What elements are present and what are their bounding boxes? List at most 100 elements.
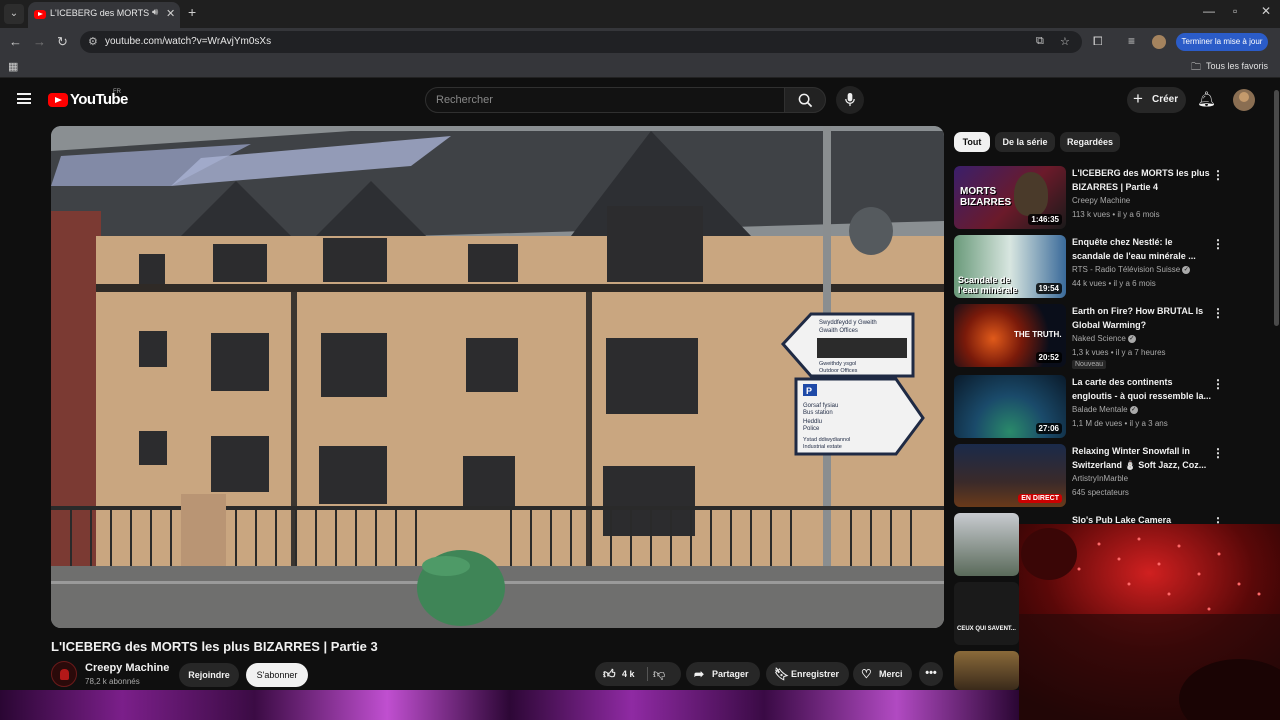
search-button[interactable] — [784, 87, 826, 113]
video-thumbnail[interactable]: 27:06 — [954, 375, 1066, 438]
more-actions-icon[interactable]: ••• — [919, 662, 943, 686]
kebab-menu-icon[interactable]: ⋮ — [1212, 237, 1224, 251]
browser-profile-avatar[interactable] — [1152, 35, 1166, 49]
rec-channel-row[interactable]: Naked Science ✓ — [1072, 334, 1136, 343]
tab-title: L'ICEBERG des MORTS les p — [50, 8, 150, 18]
sign1-text-4: Outdoor Offices — [819, 368, 858, 374]
maximize-icon[interactable]: ▫ — [1233, 4, 1237, 18]
video-thumbnail[interactable]: CEUX QUI SAVENT... — [954, 582, 1019, 645]
folder-icon: 🗀 — [1191, 62, 1201, 73]
kebab-menu-icon[interactable]: ⋮ — [1212, 306, 1224, 320]
page-scrollbar[interactable] — [1274, 90, 1279, 326]
recommendation-item[interactable]: THE TRUTH. 20:52 Earth on Fire? How BRUT… — [954, 304, 1269, 370]
thanks-button[interactable]: ♡ Merci — [853, 662, 912, 686]
verified-check-icon: ✓ — [1129, 405, 1138, 414]
speaker-icon[interactable]: 🔊︎ — [152, 7, 158, 18]
video-thumbnail[interactable]: MORTS BIZARRES 1:46:35 — [954, 166, 1066, 229]
like-button[interactable]: 👍︎ 4 k — [595, 662, 647, 686]
rec-channel[interactable]: Creepy Machine — [1072, 196, 1130, 205]
tab-close-icon[interactable]: ✕ — [166, 7, 175, 20]
tab-search-chevron-icon[interactable]: ⌄ — [4, 4, 24, 24]
rec-title[interactable]: Earth on Fire? How BRUTAL Is Global Warm… — [1072, 305, 1212, 332]
forward-arrow-icon[interactable]: → — [33, 34, 46, 49]
video-thumbnail[interactable] — [954, 513, 1019, 576]
browser-tab-active[interactable]: L'ICEBERG des MORTS les p 🔊︎ ✕ — [28, 2, 180, 28]
extensions-icon[interactable]: ⧠ — [1093, 34, 1103, 49]
video-frame: Swyddfeydd y Gweith Gwaith Offices Gweit… — [51, 126, 944, 628]
back-arrow-icon[interactable]: ← — [9, 34, 22, 49]
rec-title[interactable]: La carte des continents engloutis - à qu… — [1072, 376, 1212, 403]
reload-icon[interactable]: ↻ — [57, 34, 68, 50]
stream-overlay-strip — [0, 690, 1019, 720]
verified-check-icon: ✓ — [1127, 334, 1136, 343]
create-button[interactable]: + Créer — [1127, 87, 1186, 113]
recommendation-item[interactable]: MORTS BIZARRES 1:46:35 L'ICEBERG des MOR… — [954, 166, 1269, 232]
recommendation-item[interactable]: Scandale de l'eau minérale 19:54 Enquête… — [954, 235, 1269, 301]
recommendation-item[interactable]: CEUX QUI SAVENT... — [954, 582, 1019, 648]
youtube-logo-icon[interactable] — [48, 93, 68, 107]
video-thumbnail[interactable]: THE TRUTH. 20:52 — [954, 304, 1066, 367]
kebab-menu-icon[interactable]: ⋮ — [1212, 168, 1224, 182]
new-badge: Nouveau — [1072, 360, 1107, 369]
chip-series[interactable]: De la série — [995, 132, 1055, 152]
bookmark-star-icon[interactable]: ☆ — [1060, 35, 1070, 48]
media-controls-icon[interactable]: ≡ — [1128, 34, 1135, 48]
kebab-menu-icon[interactable]: ⋮ — [1212, 377, 1224, 391]
bookmarks-bar: ▦ 🗀 Tous les favoris — [0, 56, 1280, 78]
channel-name[interactable]: Creepy Machine — [85, 662, 169, 674]
user-avatar[interactable] — [1233, 89, 1255, 111]
apps-grid-icon[interactable]: ▦ — [8, 60, 18, 73]
like-count: 4 k — [622, 669, 635, 679]
update-button[interactable]: Terminer la mise à jour — [1176, 33, 1268, 51]
rec-title[interactable]: Relaxing Winter Snowfall in Switzerland … — [1072, 445, 1212, 472]
address-bar[interactable]: ⚙ youtube.com/watch?v=WrAvjYm0sXs ⧉ ☆ — [80, 31, 1082, 53]
rec-channel-row[interactable]: Balade Mentale ✓ — [1072, 405, 1138, 414]
video-player[interactable]: Swyddfeydd y Gweith Gwaith Offices Gweit… — [51, 126, 944, 628]
site-settings-icon[interactable]: ⚙ — [88, 35, 98, 48]
rec-meta: 1,3 k vues • il y a 7 heures — [1072, 348, 1166, 357]
channel-avatar[interactable] — [51, 661, 77, 687]
url-text[interactable]: youtube.com/watch?v=WrAvjYm0sXs — [105, 36, 271, 47]
share-button[interactable]: ➦ Partager — [686, 662, 760, 686]
rec-channel-row[interactable]: RTS - Radio Télévision Suisse ✓ — [1072, 265, 1191, 274]
duration-badge: 20:52 — [1035, 352, 1062, 363]
verified-check-icon: ✓ — [1182, 265, 1191, 274]
browser-toolbar: ← → ↻ ⚙ youtube.com/watch?v=WrAvjYm0sXs … — [0, 28, 1280, 56]
join-button[interactable]: Rejoindre — [179, 663, 239, 687]
rec-title[interactable]: L'ICEBERG des MORTS les plus BIZARRES | … — [1072, 167, 1212, 194]
rec-meta: 645 spectateurs — [1072, 488, 1129, 497]
rec-channel[interactable]: ArtistryInMarble — [1072, 474, 1128, 483]
recommendation-item[interactable]: 27:06 La carte des continents engloutis … — [954, 375, 1269, 441]
rec-meta: 1,1 M de vues • il y a 3 ans — [1072, 419, 1168, 428]
video-thumbnail[interactable]: Scandale de l'eau minérale 19:54 — [954, 235, 1066, 298]
menu-icon[interactable] — [17, 93, 31, 104]
duration-badge: 1:46:35 — [1028, 214, 1062, 225]
sign1-text-3: Gweithdy ysgol — [819, 361, 856, 367]
save-button[interactable]: 🔖︎ Enregistrer — [766, 662, 849, 686]
rec-channel: RTS - Radio Télévision Suisse — [1072, 265, 1181, 274]
video-thumbnail[interactable] — [954, 651, 1019, 690]
heart-dollar-icon: ♡ — [861, 667, 872, 681]
window-close-icon[interactable]: ✕ — [1261, 4, 1271, 18]
voice-search-button[interactable] — [836, 86, 864, 114]
sign2-text-4: Police — [803, 426, 820, 432]
recommendation-item[interactable]: EN DIRECT Relaxing Winter Snowfall in Sw… — [954, 444, 1269, 510]
search-input[interactable] — [425, 87, 785, 113]
minimize-icon[interactable]: — — [1203, 4, 1215, 18]
new-tab-plus-icon[interactable]: + — [188, 4, 196, 20]
notifications-bell-icon[interactable]: 🔔︎ — [1197, 90, 1216, 108]
kebab-menu-icon[interactable]: ⋮ — [1212, 446, 1224, 460]
youtube-favicon-icon — [34, 10, 46, 19]
youtube-header: YouTube FR + Créer 🔔︎ — [0, 81, 1280, 119]
share-label: Partager — [712, 669, 749, 679]
thumbs-down-icon[interactable]: 👎︎ — [653, 662, 665, 686]
video-thumbnail[interactable]: EN DIRECT — [954, 444, 1066, 507]
subscribe-button[interactable]: S'abonner — [246, 663, 308, 687]
chip-all[interactable]: Tout — [954, 132, 990, 152]
create-label: Créer — [1152, 94, 1179, 105]
all-bookmarks-label[interactable]: Tous les favoris — [1206, 61, 1268, 71]
chip-watched[interactable]: Regardées — [1060, 132, 1120, 152]
rec-title[interactable]: Enquête chez Nestlé: le scandale de l'ea… — [1072, 236, 1212, 263]
install-app-icon[interactable]: ⧉ — [1036, 35, 1044, 48]
video-title: L'ICEBERG des MORTS les plus BIZARRES | … — [51, 639, 378, 654]
